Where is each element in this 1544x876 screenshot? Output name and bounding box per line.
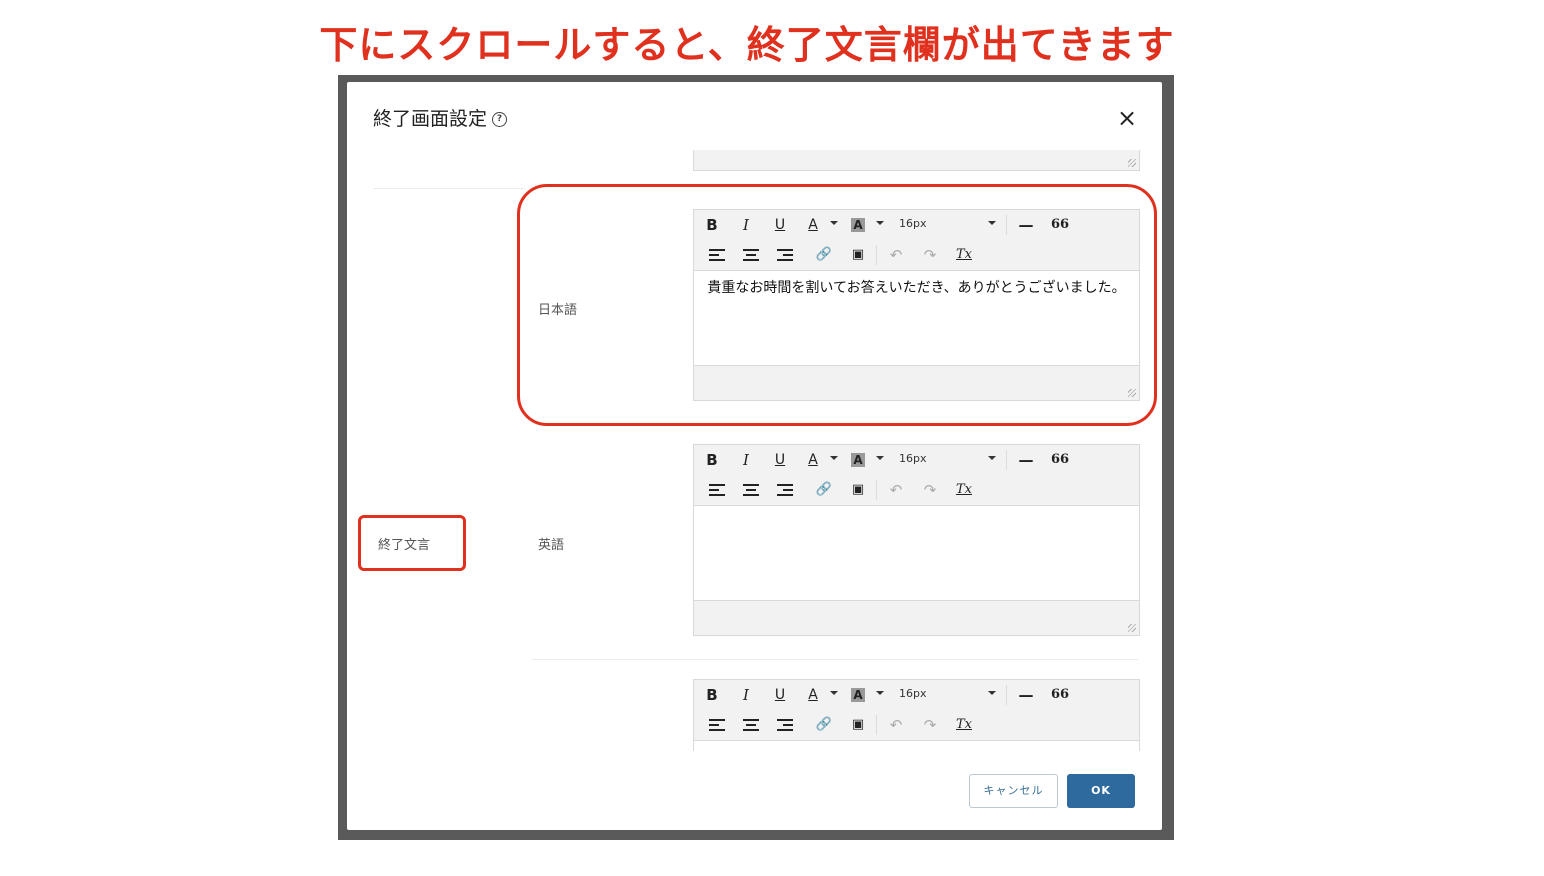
blockquote-button[interactable]: 66 [1050,686,1070,704]
bold-button[interactable]: B [702,451,722,469]
align-left-icon[interactable] [709,719,725,731]
italic-button[interactable]: I [736,686,756,704]
modal-title: 終了画面設定 [373,108,488,130]
horizontal-rule-button[interactable]: — [1016,451,1036,469]
align-right-icon[interactable] [777,484,793,496]
modal-header: 終了画面設定? [373,104,508,131]
underline-button[interactable]: U [770,451,790,469]
italic-button[interactable]: I [736,451,756,469]
annotation-caption: 下にスクロールすると、終了文言欄が出てきます [319,23,1175,67]
editor-content-english[interactable] [694,506,1139,600]
font-size-select[interactable]: 16px [899,452,927,465]
chevron-down-icon[interactable] [876,691,884,695]
align-center-icon[interactable] [743,719,759,731]
close-icon[interactable]: × [1117,104,1137,132]
bold-button[interactable]: B [702,686,722,704]
rich-text-editor-third: B I U A A 16px — 66 🔗 ▣ ↶ ↷ Tx [693,679,1140,751]
bg-color-button[interactable]: A [851,453,865,467]
toolbar-separator [1006,685,1007,705]
image-icon[interactable]: ▣ [848,716,868,734]
chevron-down-icon[interactable] [830,456,838,460]
clear-format-button[interactable]: Tx [954,716,974,734]
align-center-icon[interactable] [743,484,759,496]
font-color-button[interactable]: A [803,451,823,469]
chevron-down-icon[interactable] [830,691,838,695]
cancel-button[interactable]: キャンセル [969,774,1058,808]
underline-button[interactable]: U [770,686,790,704]
link-icon[interactable]: 🔗 [814,481,834,499]
bg-color-button[interactable]: A [851,688,865,702]
editor-toolbar: B I U A A 16px — 66 🔗 ▣ ↶ ↷ Tx [694,445,1139,506]
resize-grip-icon[interactable] [1128,159,1136,167]
align-right-icon[interactable] [777,719,793,731]
blockquote-button[interactable]: 66 [1050,451,1070,469]
rich-text-editor-english: B I U A A 16px — 66 🔗 ▣ ↶ ↷ Tx [693,444,1140,636]
toolbar-separator [876,480,877,500]
previous-editor-statusbar [693,150,1140,171]
undo-icon[interactable]: ↶ [886,716,906,734]
annotation-highlight-japanese-editor [517,184,1157,426]
help-icon[interactable]: ? [492,112,508,127]
field-label-english: 英語 [538,538,565,553]
font-size-select[interactable]: 16px [899,687,927,700]
ok-button[interactable]: OK [1067,774,1135,808]
editor-statusbar [694,600,1139,635]
link-icon[interactable]: 🔗 [814,716,834,734]
divider [532,659,1138,660]
chevron-down-icon[interactable] [988,691,996,695]
divider [373,188,525,189]
align-left-icon[interactable] [709,484,725,496]
undo-icon[interactable]: ↶ [886,481,906,499]
toolbar-separator [1006,450,1007,470]
redo-icon[interactable]: ↷ [920,481,940,499]
editor-toolbar: B I U A A 16px — 66 🔗 ▣ ↶ ↷ Tx [694,680,1139,741]
horizontal-rule-button[interactable]: — [1016,686,1036,704]
font-color-button[interactable]: A [803,686,823,704]
chevron-down-icon[interactable] [988,456,996,460]
toolbar-separator [876,715,877,735]
redo-icon[interactable]: ↷ [920,716,940,734]
chevron-down-icon[interactable] [876,456,884,460]
resize-grip-icon[interactable] [1128,624,1136,632]
annotation-highlight-section-label [358,515,466,571]
image-icon[interactable]: ▣ [848,481,868,499]
clear-format-button[interactable]: Tx [954,481,974,499]
